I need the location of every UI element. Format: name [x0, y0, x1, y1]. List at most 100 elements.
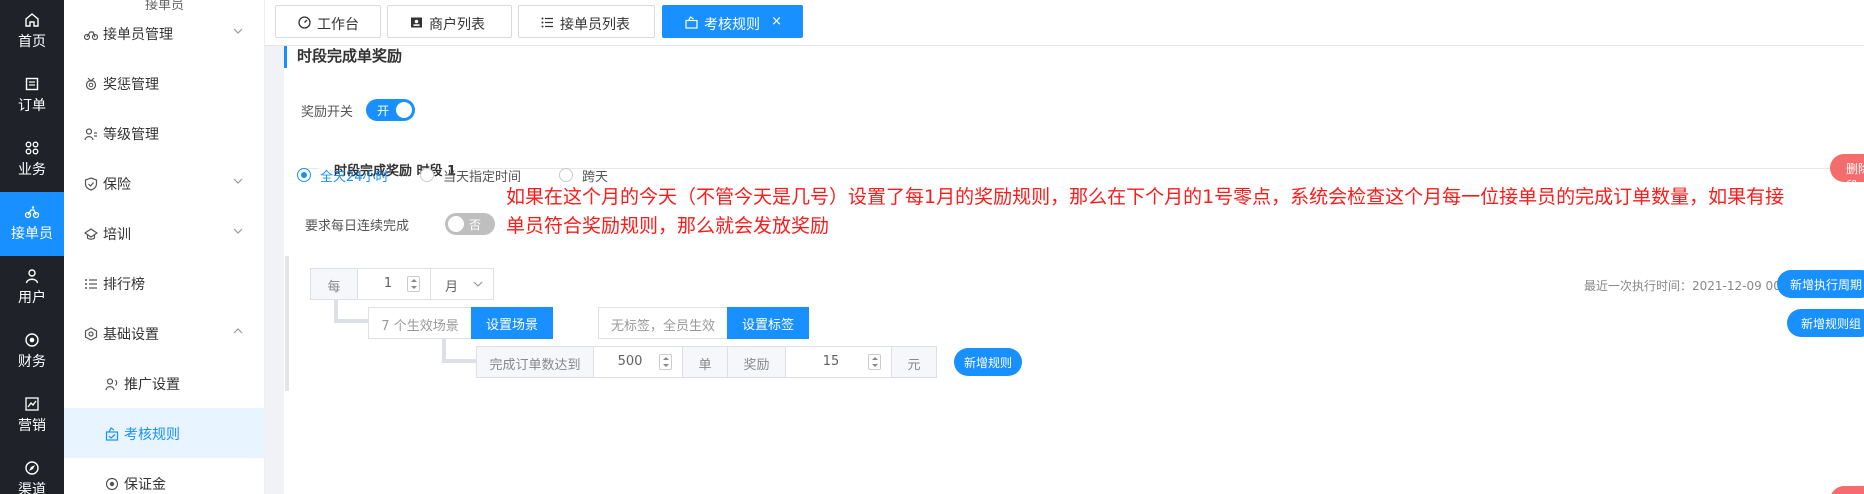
tab-workbench[interactable]: 工作台 [275, 5, 381, 38]
add-exec-period-button[interactable]: 新增执行周期 [1777, 270, 1864, 298]
medal-icon [85, 77, 97, 91]
user-icon [25, 269, 39, 284]
nav-label: 用户 [18, 290, 46, 306]
submenu-item-level[interactable]: 等级管理 [64, 108, 265, 158]
reward-amount-input[interactable]: 15 [785, 346, 892, 378]
connector-line [334, 319, 368, 323]
submenu-item-base-settings[interactable]: 基础设置 [64, 308, 265, 358]
assessment-icon [685, 16, 698, 29]
tag-input[interactable]: 无标签，全员生效 [598, 307, 728, 339]
rule-group-bar [285, 256, 289, 391]
set-tag-button[interactable]: 设置标签 [727, 307, 809, 339]
continuous-label: 要求每日连续完成 [305, 219, 410, 234]
delete-period-button[interactable]: 删除时段 [1830, 154, 1864, 193]
radio-dot [297, 168, 311, 182]
period-count-input[interactable]: 1 [357, 268, 431, 300]
nav-item-finance[interactable]: 财务 [0, 320, 64, 384]
continuous-switch[interactable]: 否 [445, 213, 495, 235]
submenu-item-rider-manage[interactable]: 接单员管理 [64, 8, 265, 58]
promotion-user-icon [105, 378, 118, 391]
nav-label: 营销 [18, 418, 46, 434]
submenu-item-reward-punish[interactable]: 奖惩管理 [64, 58, 265, 108]
set-scene-button[interactable]: 设置场景 [471, 307, 553, 339]
period-unit-select[interactable]: 月 [430, 268, 494, 300]
submenu-item-insurance[interactable]: 保险 [64, 158, 265, 208]
assessment-icon [105, 427, 119, 441]
submenu-label: 培训 [103, 227, 131, 243]
complete-count-input[interactable]: 500 [593, 346, 683, 378]
nav-label: 渠道 [18, 482, 46, 494]
submenu-label: 排行榜 [103, 277, 145, 293]
tab-label: 考核规则 [704, 17, 760, 33]
training-icon [84, 228, 98, 240]
rider-icon [24, 206, 40, 219]
deposit-icon [105, 477, 119, 491]
shield-icon [84, 177, 98, 191]
business-icon [25, 141, 39, 155]
bicycle-icon [84, 31, 98, 41]
complete-count-label: 完成订单数达到 [476, 346, 594, 378]
settings-icon [84, 327, 98, 341]
list-icon [541, 17, 553, 28]
left-nav: 首页 订单 业务 接单员 用户 财务 营销 渠道 [0, 0, 64, 494]
list-icon [85, 279, 97, 289]
submenu-item-ranking[interactable]: 排行榜 [64, 258, 265, 308]
user-level-icon [84, 128, 97, 141]
submenu-label: 考核规则 [124, 427, 180, 443]
submenu-label: 奖惩管理 [103, 77, 159, 93]
stepper-icon[interactable] [868, 354, 881, 370]
connector-line [442, 339, 446, 361]
stepper-icon[interactable] [407, 276, 420, 292]
nav-label: 业务 [18, 162, 46, 178]
marketing-icon [25, 397, 39, 411]
nav-item-home[interactable]: 首页 [0, 0, 64, 64]
tab-label: 商户列表 [429, 17, 485, 33]
tab-label: 工作台 [317, 17, 359, 33]
nav-item-rider[interactable]: 接单员 [0, 192, 64, 256]
switch-state-text: 开 [377, 104, 390, 118]
nav-label: 接单员 [11, 226, 53, 242]
dashboard-icon [298, 16, 311, 29]
submenu-label: 等级管理 [103, 127, 159, 143]
radio-dot [559, 168, 573, 182]
nav-item-marketing[interactable]: 营销 [0, 384, 64, 448]
tab-label: 接单员列表 [560, 17, 630, 33]
switch-knob [396, 102, 412, 118]
stepper-icon[interactable] [659, 354, 672, 370]
scene-input[interactable]: 7 个生效场景 [368, 307, 472, 339]
add-rule-button[interactable]: 新增规则 [954, 348, 1022, 376]
complete-unit: 单 [682, 346, 728, 378]
rule-card: 时段完成单奖励 奖励开关 开 时段完成奖励 时段 1 删除时段 全天24小时 当… [284, 46, 1864, 494]
tab-assessment-rules[interactable]: 考核规则 × [662, 5, 803, 38]
switch-state-text: 否 [469, 218, 482, 232]
nav-label: 财务 [18, 354, 46, 370]
nav-item-business[interactable]: 业务 [0, 128, 64, 192]
every-label: 每 [310, 268, 358, 300]
tab-merchant-list[interactable]: 商户列表 [387, 5, 512, 38]
add-rule-group-button[interactable]: 新增规则组 [1787, 309, 1864, 337]
submenu-item-deposit[interactable]: 保证金 [64, 458, 265, 494]
tab-rider-list[interactable]: 接单员列表 [518, 5, 655, 38]
nav-item-channel[interactable]: 渠道 [0, 448, 64, 494]
reward-switch[interactable]: 开 [366, 99, 415, 121]
submenu-label: 接单员管理 [103, 27, 173, 43]
radio-label: 全天24小时 [320, 170, 389, 185]
nav-item-user[interactable]: 用户 [0, 256, 64, 320]
delete-button-partial[interactable] [1830, 486, 1864, 494]
reward-switch-label: 奖励开关 [301, 105, 354, 120]
submenu-item-promotion[interactable]: 推广设置 [64, 358, 265, 408]
nav-item-order[interactable]: 订单 [0, 64, 64, 128]
switch-knob [448, 216, 464, 232]
tabs-bar: 工作台 商户列表 接单员列表 考核规则 × [265, 0, 1864, 46]
connector-line [442, 359, 476, 363]
nav-label: 订单 [18, 98, 46, 114]
submenu-item-assessment-rules[interactable]: 考核规则 [64, 408, 265, 458]
close-icon[interactable]: × [771, 14, 782, 29]
submenu-item-training[interactable]: 培训 [64, 208, 265, 258]
rule-group: 每 1 月 7 个生效场景 设置场景 无标签，全员生效 设置标签 完成订单数达到… [284, 256, 1864, 391]
main-content: 时段完成单奖励 奖励开关 开 时段完成奖励 时段 1 删除时段 全天24小时 当… [265, 46, 1864, 494]
nav-label: 首页 [18, 34, 46, 50]
channel-icon [25, 461, 39, 475]
finance-icon [25, 333, 39, 347]
order-icon [25, 77, 39, 91]
